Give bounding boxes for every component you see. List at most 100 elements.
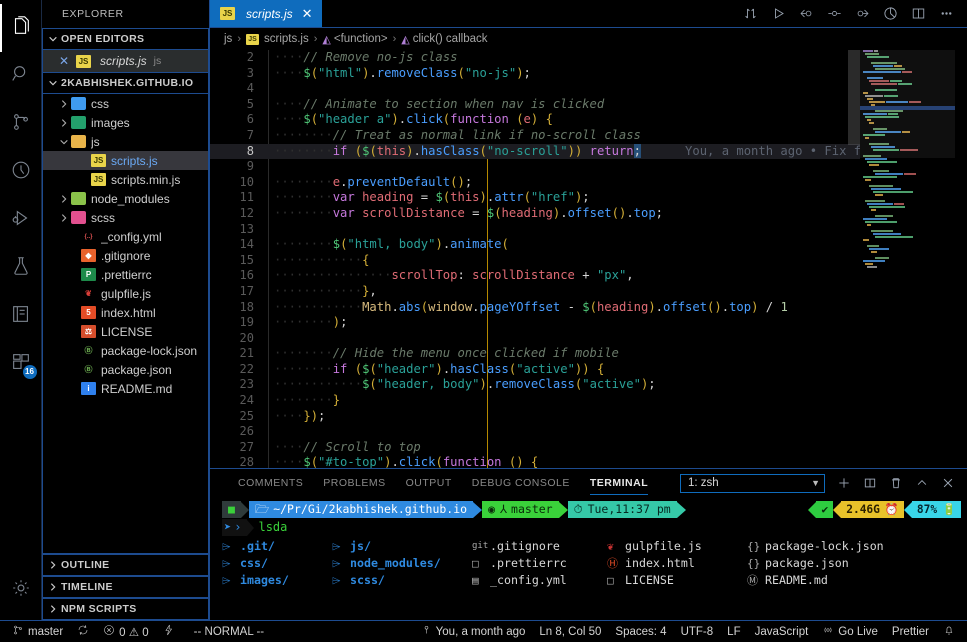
chevron-down-icon[interactable] — [57, 137, 71, 147]
status-git-blame[interactable]: You, a month ago — [414, 621, 533, 642]
tab-debug-console[interactable]: DEBUG CONSOLE — [462, 469, 580, 497]
tab-terminal[interactable]: TERMINAL — [580, 469, 658, 497]
terminal-command-line[interactable]: ➤ › lsda — [222, 519, 967, 536]
tree-item-label: scripts.min.js — [111, 172, 181, 187]
close-icon[interactable]: ✕ — [59, 54, 72, 68]
status-encoding[interactable]: UTF-8 — [674, 621, 721, 642]
activity-item-docs[interactable] — [0, 292, 42, 340]
activity-item-explorer[interactable] — [0, 4, 42, 52]
activity-item-source-control[interactable] — [0, 100, 42, 148]
tree-item-package-json[interactable]: Ⓑpackage.json — [43, 360, 208, 379]
chevron-right-icon[interactable] — [57, 194, 71, 204]
breadcrumb-item-function[interactable]: ◭ <function> — [322, 33, 387, 46]
chevron-right-icon[interactable] — [57, 118, 71, 128]
code-text[interactable]: 2 ····// Remove no-js class 3 ····$("html")… — [210, 50, 860, 468]
activity-item-run[interactable] — [0, 148, 42, 196]
code-editor[interactable]: 2 ····// Remove no-js class 3 ····$("html")… — [210, 50, 967, 468]
folder-icon: ⌲ — [332, 557, 341, 570]
tree-item-css[interactable]: css — [43, 94, 208, 113]
step-forward-icon[interactable] — [849, 1, 875, 27]
section-timeline[interactable]: TIMELINE — [42, 576, 209, 598]
scrollbar-thumb[interactable] — [848, 50, 860, 145]
section-timeline-label: TIMELINE — [61, 581, 113, 593]
open-editor-item[interactable]: ✕ JS scripts.js js — [43, 50, 208, 72]
tree-item-images[interactable]: images — [43, 113, 208, 132]
tree-item-scripts-js[interactable]: JS scripts.js — [43, 151, 208, 170]
terminal-selector[interactable]: 1: zsh ▼ — [680, 473, 825, 493]
status-cursor-position[interactable]: Ln 8, Col 50 — [532, 621, 608, 642]
sort-icon[interactable] — [737, 1, 763, 27]
tab-output[interactable]: OUTPUT — [396, 469, 462, 497]
tree-item-scripts-min-js[interactable]: JS scripts.min.js — [43, 170, 208, 189]
yml-icon: ▤ — [472, 574, 479, 587]
close-panel-icon[interactable] — [935, 470, 961, 496]
chevron-right-icon — [45, 582, 61, 592]
breadcrumb-item-callback[interactable]: ◭ click() callback — [401, 33, 487, 46]
step-over-icon[interactable] — [821, 1, 847, 27]
more-actions-icon[interactable] — [933, 1, 959, 27]
activity-item-settings[interactable] — [0, 566, 42, 614]
breadcrumb-separator: › — [237, 33, 241, 45]
tree-item-readme-md[interactable]: i README.md — [43, 379, 208, 398]
editor-scrollbar[interactable] — [848, 50, 860, 468]
status-lightning[interactable] — [156, 621, 182, 642]
tree-item--config-yml[interactable]: {..} _config.yml — [43, 227, 208, 246]
code-line: 19 ········); — [210, 315, 860, 331]
status-branch[interactable]: master — [0, 621, 70, 642]
activity-item-run-and-debug[interactable] — [0, 196, 42, 244]
activity-item-extensions[interactable]: 16 — [0, 340, 42, 388]
step-back-icon[interactable] — [793, 1, 819, 27]
status-sync[interactable] — [70, 621, 96, 642]
status-branch-label: master — [28, 625, 64, 638]
activity-item-search[interactable] — [0, 52, 42, 100]
tree-item--gitignore[interactable]: ◆ .gitignore — [43, 246, 208, 265]
maximize-panel-icon[interactable] — [909, 470, 935, 496]
pie-chart-icon[interactable] — [877, 1, 903, 27]
folder-icon: ⌲ — [222, 574, 231, 587]
code-line: 9 — [210, 159, 860, 175]
status-prettier[interactable]: Prettier — [885, 621, 936, 642]
gulp-icon: ❦ — [607, 540, 614, 553]
split-editor-icon[interactable] — [905, 1, 931, 27]
minimap-slider[interactable] — [860, 50, 955, 158]
breadcrumb-item-js[interactable]: js — [224, 33, 232, 45]
tree-item-js[interactable]: js — [43, 132, 208, 151]
tab-scripts-js[interactable]: JS scripts.js ✕ — [210, 0, 322, 27]
tree-item--prettierrc[interactable]: P .prettierrc — [43, 265, 208, 284]
status-eol[interactable]: LF — [720, 621, 747, 642]
section-open-editors[interactable]: OPEN EDITORS — [42, 28, 209, 50]
code-line: 23 ············$("header, body").removeCl… — [210, 377, 860, 393]
minimap-current-line — [860, 106, 955, 110]
activity-item-testing[interactable] — [0, 244, 42, 292]
status-problems[interactable]: 0 ⚠ 0 — [96, 621, 156, 642]
status-language-mode[interactable]: JavaScript — [748, 621, 816, 642]
status-notifications[interactable] — [936, 621, 967, 642]
play-icon[interactable] — [765, 1, 791, 27]
tree-item-package-lock-json[interactable]: Ⓑpackage-lock.json — [43, 341, 208, 360]
tree-item-node-modules[interactable]: node_modules — [43, 189, 208, 208]
source-control-icon — [10, 111, 32, 138]
chevron-right-icon[interactable] — [57, 99, 71, 109]
status-indentation[interactable]: Spaces: 4 — [608, 621, 673, 642]
tab-problems[interactable]: PROBLEMS — [313, 469, 395, 497]
tree-item-index-html[interactable]: 5 index.html — [43, 303, 208, 322]
tree-item-scss[interactable]: scss — [43, 208, 208, 227]
tab-comments[interactable]: COMMENTS — [228, 469, 313, 497]
terminal-content[interactable]: ■ 🗁 ~/Pr/Gi/2kabhishek.github.io ◉ ⅄ mas… — [210, 497, 967, 620]
tree-item-gulpfile-js[interactable]: ❦ gulpfile.js — [43, 284, 208, 303]
close-icon[interactable]: ✕ — [302, 6, 313, 22]
section-project-root[interactable]: 2KABHISHEK.GITHUB.IO — [42, 72, 209, 94]
tree-item-license[interactable]: ⚖ LICENSE — [43, 322, 208, 341]
line-number: 3 — [246, 65, 254, 80]
code-scroll-area[interactable]: 2 ····// Remove no-js class 3 ····$("html")… — [210, 50, 860, 468]
section-outline[interactable]: OUTLINE — [42, 554, 209, 576]
section-npm-scripts[interactable]: NPM SCRIPTS — [42, 598, 209, 620]
folder-icon — [71, 135, 86, 148]
split-terminal-icon[interactable] — [857, 470, 883, 496]
status-go-live[interactable]: Go Live — [815, 621, 885, 642]
breadcrumb-item-file[interactable]: JS scripts.js — [245, 33, 309, 45]
kill-terminal-icon[interactable] — [883, 470, 909, 496]
new-terminal-icon[interactable] — [831, 470, 857, 496]
chevron-right-icon[interactable] — [57, 213, 71, 223]
minimap[interactable] — [860, 50, 967, 468]
